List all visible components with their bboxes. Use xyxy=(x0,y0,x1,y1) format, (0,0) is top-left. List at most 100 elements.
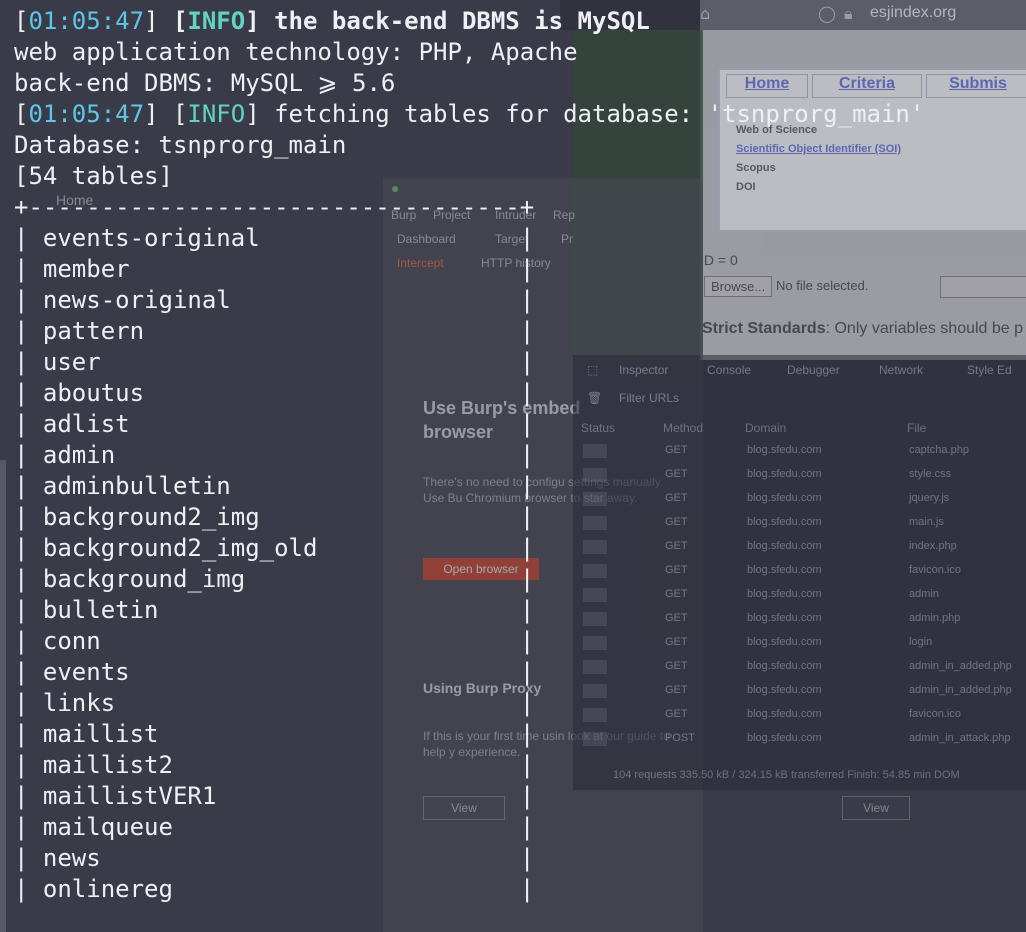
table-name: member xyxy=(42,255,130,283)
table-row-left-border: | xyxy=(14,751,43,779)
table-row-right-border: | xyxy=(519,503,535,531)
table-row-left-border: | xyxy=(14,503,43,531)
table-row-right-border: | xyxy=(519,441,535,469)
table-name: adlist xyxy=(42,410,130,438)
table-row: | maillistVER1 | xyxy=(14,781,1026,812)
table-row-left-border: | xyxy=(14,255,43,283)
table-name: pattern xyxy=(42,317,145,345)
table-row: | conn | xyxy=(14,626,1026,657)
table-row-right-border: | xyxy=(519,689,535,717)
table-row: | adlist | xyxy=(14,409,1026,440)
table-row-left-border: | xyxy=(14,875,43,903)
table-row-left-border: | xyxy=(14,689,43,717)
table-row-right-border: | xyxy=(519,534,535,562)
table-row-left-border: | xyxy=(14,410,43,438)
table-row-left-border: | xyxy=(14,224,43,252)
table-row-left-border: | xyxy=(14,565,43,593)
table-row-left-border: | xyxy=(14,627,43,655)
table-row: | user | xyxy=(14,347,1026,378)
table-name: maillistVER1 xyxy=(42,782,217,810)
table-row-right-border: | xyxy=(519,627,535,655)
table-row-right-border: | xyxy=(519,379,535,407)
table-row: | admin | xyxy=(14,440,1026,471)
table-row: | onlinereg | xyxy=(14,874,1026,905)
table-row-right-border: | xyxy=(519,348,535,376)
table-row-left-border: | xyxy=(14,286,43,314)
table-name: maillist xyxy=(42,720,159,748)
table-row-right-border: | xyxy=(519,224,535,252)
table-name: aboutus xyxy=(42,379,145,407)
log-level: INFO xyxy=(187,100,246,128)
table-row-right-border: | xyxy=(519,286,535,314)
table-row: | bulletin | xyxy=(14,595,1026,626)
table-row-right-border: | xyxy=(519,658,535,686)
log-line-fetch: [01:05:47] [INFO] fetching tables for da… xyxy=(14,100,925,128)
table-row: | member | xyxy=(14,254,1026,285)
table-name: onlinereg xyxy=(42,875,173,903)
table-name: background_img xyxy=(42,565,246,593)
table-row: | pattern | xyxy=(14,316,1026,347)
table-row: | events | xyxy=(14,657,1026,688)
table-row-left-border: | xyxy=(14,317,43,345)
table-row-right-border: | xyxy=(519,720,535,748)
terminal-output[interactable]: [01:05:47] [INFO] the back-end DBMS is M… xyxy=(0,0,1026,932)
table-row-right-border: | xyxy=(519,782,535,810)
table-row: | links | xyxy=(14,688,1026,719)
table-row: | maillist2 | xyxy=(14,750,1026,781)
table-row: | mailqueue | xyxy=(14,812,1026,843)
output-database: Database: tsnprorg_main xyxy=(14,131,347,159)
table-name: adminbulletin xyxy=(42,472,231,500)
table-name: user xyxy=(42,348,101,376)
table-row-right-border: | xyxy=(519,565,535,593)
timestamp: 01:05:47 xyxy=(28,7,145,35)
table-row: | aboutus | xyxy=(14,378,1026,409)
table-row-right-border: | xyxy=(519,472,535,500)
table-name: events-original xyxy=(42,224,260,252)
table-row-left-border: | xyxy=(14,782,43,810)
table-row-left-border: | xyxy=(14,596,43,624)
log-level: INFO xyxy=(187,7,246,35)
table-row: | adminbulletin | xyxy=(14,471,1026,502)
table-row-right-border: | xyxy=(519,255,535,283)
table-row: | news | xyxy=(14,843,1026,874)
table-row-left-border: | xyxy=(14,472,43,500)
table-list: +----------------------------------+ | ev… xyxy=(14,192,1026,905)
log-line-dbms: [01:05:47] [INFO] the back-end DBMS is M… xyxy=(14,7,650,35)
timestamp: 01:05:47 xyxy=(28,100,145,128)
log-message: the back-end DBMS is MySQL xyxy=(259,7,650,35)
table-row: | background2_img_old | xyxy=(14,533,1026,564)
table-name: background2_img xyxy=(42,503,260,531)
table-name: mailqueue xyxy=(42,813,173,841)
table-row-right-border: | xyxy=(519,596,535,624)
table-row-left-border: | xyxy=(14,844,43,872)
table-name: links xyxy=(42,689,116,717)
table-name: background2_img_old xyxy=(42,534,318,562)
table-name: maillist2 xyxy=(42,751,173,779)
table-row-right-border: | xyxy=(519,410,535,438)
output-table-count: [54 tables] xyxy=(14,162,173,190)
log-message: fetching tables for database: 'tsnprorg_… xyxy=(259,100,925,128)
table-name: conn xyxy=(42,627,101,655)
table-row-right-border: | xyxy=(519,317,535,345)
table-row-right-border: | xyxy=(519,844,535,872)
table-row-left-border: | xyxy=(14,720,43,748)
table-row-right-border: | xyxy=(519,875,535,903)
table-row-left-border: | xyxy=(14,441,43,469)
table-row-left-border: | xyxy=(14,379,43,407)
table-row: | maillist | xyxy=(14,719,1026,750)
table-row-left-border: | xyxy=(14,348,43,376)
table-name: news xyxy=(42,844,101,872)
table-row-right-border: | xyxy=(519,751,535,779)
table-row: | events-original | xyxy=(14,223,1026,254)
table-row-left-border: | xyxy=(14,658,43,686)
table-row-right-border: | xyxy=(519,813,535,841)
table-row: | background_img | xyxy=(14,564,1026,595)
table-border-top: +----------------------------------+ xyxy=(14,193,535,221)
output-tech: web application technology: PHP, Apache xyxy=(14,38,578,66)
output-dbms: back-end DBMS: MySQL ⩾ 5.6 xyxy=(14,69,396,97)
table-row: | news-original | xyxy=(14,285,1026,316)
table-row-left-border: | xyxy=(14,813,43,841)
table-row-left-border: | xyxy=(14,534,43,562)
table-name: events xyxy=(42,658,130,686)
table-row: | background2_img | xyxy=(14,502,1026,533)
